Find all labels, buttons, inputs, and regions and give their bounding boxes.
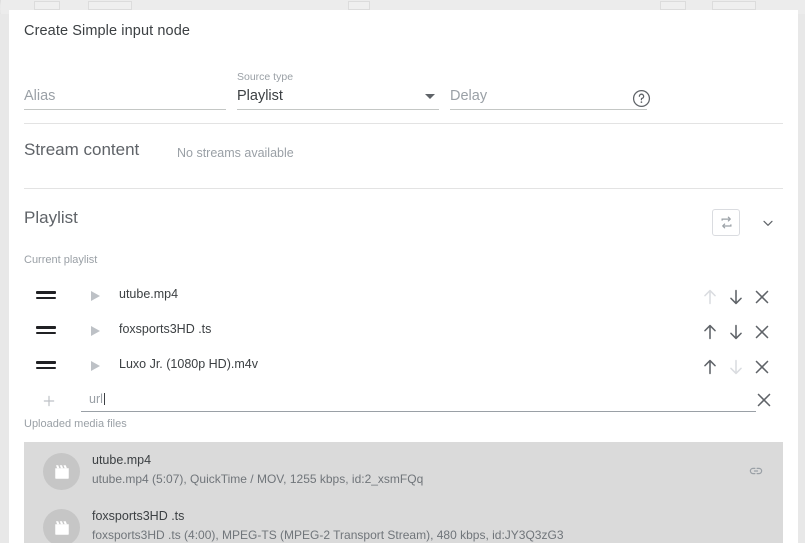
close-icon[interactable]: [753, 389, 775, 411]
background-chip: [660, 1, 686, 10]
url-input[interactable]: url: [81, 389, 756, 412]
alias-field[interactable]: Alias: [24, 88, 226, 110]
background-chip: [88, 1, 132, 10]
url-placeholder-text: url: [89, 392, 103, 406]
arrow-up-icon[interactable]: [699, 286, 721, 308]
uploaded-media-panel: utube.mp4 utube.mp4 (5:07), QuickTime / …: [24, 442, 783, 543]
media-file-name: utube.mp4: [92, 453, 152, 467]
table-row[interactable]: foxsports3HD .ts: [9, 315, 798, 350]
chevron-down-icon: [762, 220, 773, 226]
playlist-header: Playlist: [9, 205, 798, 241]
divider: [24, 188, 783, 189]
play-icon[interactable]: [91, 291, 100, 301]
delay-placeholder: Delay: [450, 88, 488, 104]
media-file-name: foxsports3HD .ts: [92, 509, 185, 523]
list-item[interactable]: utube.mp4 utube.mp4 (5:07), QuickTime / …: [24, 448, 783, 498]
alias-placeholder: Alias: [24, 88, 56, 104]
source-type-label: Source type: [237, 71, 294, 83]
playlist-heading: Playlist: [24, 208, 78, 227]
stream-content-note: No streams available: [177, 146, 294, 160]
arrow-up-icon[interactable]: [699, 356, 721, 378]
create-node-dialog: Create Simple input node Alias Source ty…: [9, 10, 798, 543]
chevron-down-icon[interactable]: [425, 94, 435, 99]
play-icon[interactable]: [91, 361, 100, 371]
movie-icon: [54, 520, 69, 535]
repeat-toggle-button[interactable]: [712, 209, 740, 236]
play-icon[interactable]: [91, 326, 100, 336]
arrow-down-icon[interactable]: [725, 356, 747, 378]
arrow-up-icon[interactable]: [699, 321, 721, 343]
drag-handle-icon[interactable]: [36, 361, 56, 372]
repeat-icon: [721, 216, 731, 229]
drag-handle-icon[interactable]: [36, 291, 56, 302]
table-row[interactable]: utube.mp4: [9, 280, 798, 315]
source-type-select[interactable]: Source type Playlist: [237, 71, 439, 110]
text-caret: [103, 393, 105, 405]
current-playlist-label: Current playlist: [24, 254, 98, 266]
table-row[interactable]: Luxo Jr. (1080p HD).m4v: [9, 350, 798, 385]
screen: Create Simple input node Alias Source ty…: [0, 0, 805, 543]
background-chip: [34, 1, 60, 10]
media-file-meta: utube.mp4 (5:07), QuickTime / MOV, 1255 …: [92, 472, 424, 486]
playlist-item-label: Luxo Jr. (1080p HD).m4v: [119, 357, 258, 371]
close-icon[interactable]: [751, 356, 773, 378]
plus-icon[interactable]: [41, 393, 57, 409]
background-chip: [348, 1, 370, 10]
close-icon[interactable]: [751, 286, 773, 308]
close-icon[interactable]: [751, 321, 773, 343]
media-file-meta: foxsports3HD .ts (4:00), MPEG-TS (MPEG-2…: [92, 528, 564, 542]
divider: [24, 123, 783, 124]
playlist-item-label: utube.mp4: [119, 287, 179, 301]
avatar: [43, 453, 80, 490]
movie-icon: [54, 464, 69, 479]
delay-field[interactable]: Delay: [450, 88, 647, 110]
link-icon[interactable]: [747, 462, 765, 480]
arrow-down-icon[interactable]: [725, 286, 747, 308]
drag-handle-icon[interactable]: [36, 326, 56, 337]
source-type-value: Playlist: [237, 88, 283, 104]
add-url-row[interactable]: url: [9, 385, 798, 421]
playlist-expand-button[interactable]: [754, 209, 781, 236]
background-chip: [712, 1, 756, 10]
stream-content-heading: Stream content: [24, 140, 140, 159]
dialog-title: Create Simple input node: [24, 23, 191, 39]
list-item[interactable]: foxsports3HD .ts foxsports3HD .ts (4:00)…: [24, 504, 783, 543]
node-form: Alias Source type Playlist Delay: [9, 68, 798, 118]
playlist-rows: utube.mp4 foxsports3HD .ts Luxo Jr. (108…: [9, 280, 798, 421]
uploaded-media-label: Uploaded media files: [24, 418, 127, 430]
playlist-item-label: foxsports3HD .ts: [119, 322, 212, 336]
help-circle-icon[interactable]: [632, 89, 651, 108]
avatar: [43, 509, 80, 543]
arrow-down-icon[interactable]: [725, 321, 747, 343]
